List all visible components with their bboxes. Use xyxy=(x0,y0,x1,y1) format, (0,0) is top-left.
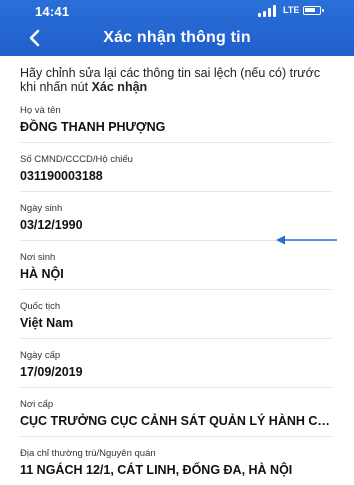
field-value[interactable]: HÀ NỘI xyxy=(20,266,332,283)
intro-emphasis: Xác nhận xyxy=(91,80,148,94)
field-value[interactable]: 03/12/1990 xyxy=(20,217,332,234)
field-issue-date[interactable]: Ngày cấp 17/09/2019 xyxy=(20,339,332,388)
page-title: Xác nhận thông tin xyxy=(103,29,251,46)
field-place-of-birth[interactable]: Nơi sinh HÀ NỘI xyxy=(20,241,332,290)
field-label: Địa chỉ thường trú/Nguyên quán xyxy=(20,448,156,459)
nav-bar: Xác nhận thông tin xyxy=(0,22,354,56)
field-value[interactable]: Việt Nam xyxy=(20,315,332,332)
field-label: Ngày sinh xyxy=(20,203,63,214)
field-label: Nơi cấp xyxy=(20,399,54,410)
status-time: 14:41 xyxy=(35,4,70,19)
field-label: Quốc tịch xyxy=(20,301,61,312)
intro-message: Hãy chỉnh sửa lại các thông tin sai lệch… xyxy=(20,66,321,94)
field-value[interactable]: 11 NGÁCH 12/1, CÁT LINH, ĐỐNG ĐA, HÀ NỘI xyxy=(20,462,332,479)
field-issue-place[interactable]: Nơi cấp CỤC TRƯỞNG CỤC CẢNH SÁT QUẢN LÝ … xyxy=(20,388,332,437)
signal-icon xyxy=(258,5,280,17)
field-label: Nơi sinh xyxy=(20,252,56,263)
network-type: LTE xyxy=(283,5,300,15)
field-value[interactable]: 031190003188 xyxy=(20,168,332,185)
battery-icon xyxy=(303,6,324,15)
status-bar: 14:41 LTE xyxy=(0,0,354,22)
field-full-name[interactable]: Họ và tên ĐỒNG THANH PHƯỢNG xyxy=(20,94,332,143)
field-label: Ngày cấp xyxy=(20,350,61,361)
form-content: Hãy chỉnh sửa lại các thông tin sai lệch… xyxy=(20,66,332,485)
field-label: Số CMND/CCCD/Hộ chiếu xyxy=(20,154,133,165)
field-permanent-address[interactable]: Địa chỉ thường trú/Nguyên quán 11 NGÁCH … xyxy=(20,437,332,485)
field-value[interactable]: CỤC TRƯỞNG CỤC CẢNH SÁT QUẢN LÝ HÀNH CHÍ… xyxy=(20,413,332,430)
field-label: Họ và tên xyxy=(20,105,61,116)
field-value[interactable]: 17/09/2019 xyxy=(20,364,332,381)
field-value[interactable]: ĐỒNG THANH PHƯỢNG xyxy=(20,119,332,136)
intro-text: Hãy chỉnh sửa lại các thông tin sai lệch… xyxy=(20,66,332,94)
field-nationality[interactable]: Quốc tịch Việt Nam xyxy=(20,290,332,339)
app-header: 14:41 LTE Xác nhận thông tin xyxy=(0,0,354,56)
field-id-number[interactable]: Số CMND/CCCD/Hộ chiếu 031190003188 xyxy=(20,143,332,192)
arrow-left-icon xyxy=(276,235,337,245)
